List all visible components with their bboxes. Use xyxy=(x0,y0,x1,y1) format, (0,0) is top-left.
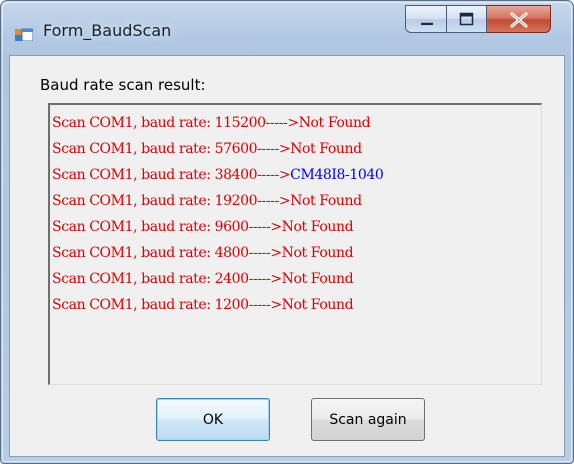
close-icon xyxy=(510,12,528,28)
ok-button[interactable]: OK xyxy=(156,398,270,441)
client-area: Baud rate scan result: Scan COM1, baud r… xyxy=(9,55,565,457)
maximize-button[interactable] xyxy=(447,5,487,33)
form-app-icon xyxy=(15,25,34,42)
scan-again-button[interactable]: Scan again xyxy=(311,398,425,441)
list-item[interactable]: Scan COM1, baud rate: 38400----->CM48I8-… xyxy=(52,162,541,188)
scan-line-prefix: Scan COM1, baud rate: 2400-----> xyxy=(52,271,282,287)
list-item[interactable]: Scan COM1, baud rate: 57600----->Not Fou… xyxy=(52,136,541,162)
scan-line-prefix: Scan COM1, baud rate: 4800-----> xyxy=(52,245,282,261)
scan-line-prefix: Scan COM1, baud rate: 115200-----> xyxy=(52,115,299,131)
maximize-icon xyxy=(459,12,474,26)
scan-result-label: Baud rate scan result: xyxy=(40,76,206,94)
scan-result-list[interactable]: Scan COM1, baud rate: 115200----->Not Fo… xyxy=(48,103,542,385)
scan-line-prefix: Scan COM1, baud rate: 38400-----> xyxy=(52,167,291,183)
scan-line-result: CM48I8-1040 xyxy=(290,167,384,183)
scan-line-result: Not Found xyxy=(298,115,371,131)
scan-line-prefix: Scan COM1, baud rate: 19200-----> xyxy=(52,193,291,209)
list-item[interactable]: Scan COM1, baud rate: 1200----->Not Foun… xyxy=(52,292,541,318)
minimize-button[interactable] xyxy=(405,5,447,33)
baud-scan-window: Form_BaudScan Baud rate scan result: Sca… xyxy=(0,0,574,464)
window-title: Form_BaudScan xyxy=(43,21,172,40)
close-button[interactable] xyxy=(487,5,551,33)
scan-line-prefix: Scan COM1, baud rate: 9600-----> xyxy=(52,219,282,235)
scan-line-prefix: Scan COM1, baud rate: 57600-----> xyxy=(52,141,291,157)
title-bar[interactable]: Form_BaudScan xyxy=(1,1,573,55)
minimize-icon xyxy=(421,22,433,25)
list-item[interactable]: Scan COM1, baud rate: 4800----->Not Foun… xyxy=(52,240,541,266)
scan-line-prefix: Scan COM1, baud rate: 1200-----> xyxy=(52,297,282,313)
scan-line-result: Not Found xyxy=(281,219,354,235)
list-item[interactable]: Scan COM1, baud rate: 115200----->Not Fo… xyxy=(52,110,541,136)
caption-buttons xyxy=(405,5,551,33)
scan-line-result: Not Found xyxy=(281,245,354,261)
list-item[interactable]: Scan COM1, baud rate: 9600----->Not Foun… xyxy=(52,214,541,240)
list-item[interactable]: Scan COM1, baud rate: 2400----->Not Foun… xyxy=(52,266,541,292)
scan-line-result: Not Found xyxy=(290,193,362,209)
scan-line-result: Not Found xyxy=(290,141,362,157)
scan-line-result: Not Found xyxy=(281,297,354,313)
list-item[interactable]: Scan COM1, baud rate: 19200----->Not Fou… xyxy=(52,188,541,214)
scan-line-result: Not Found xyxy=(281,271,354,287)
